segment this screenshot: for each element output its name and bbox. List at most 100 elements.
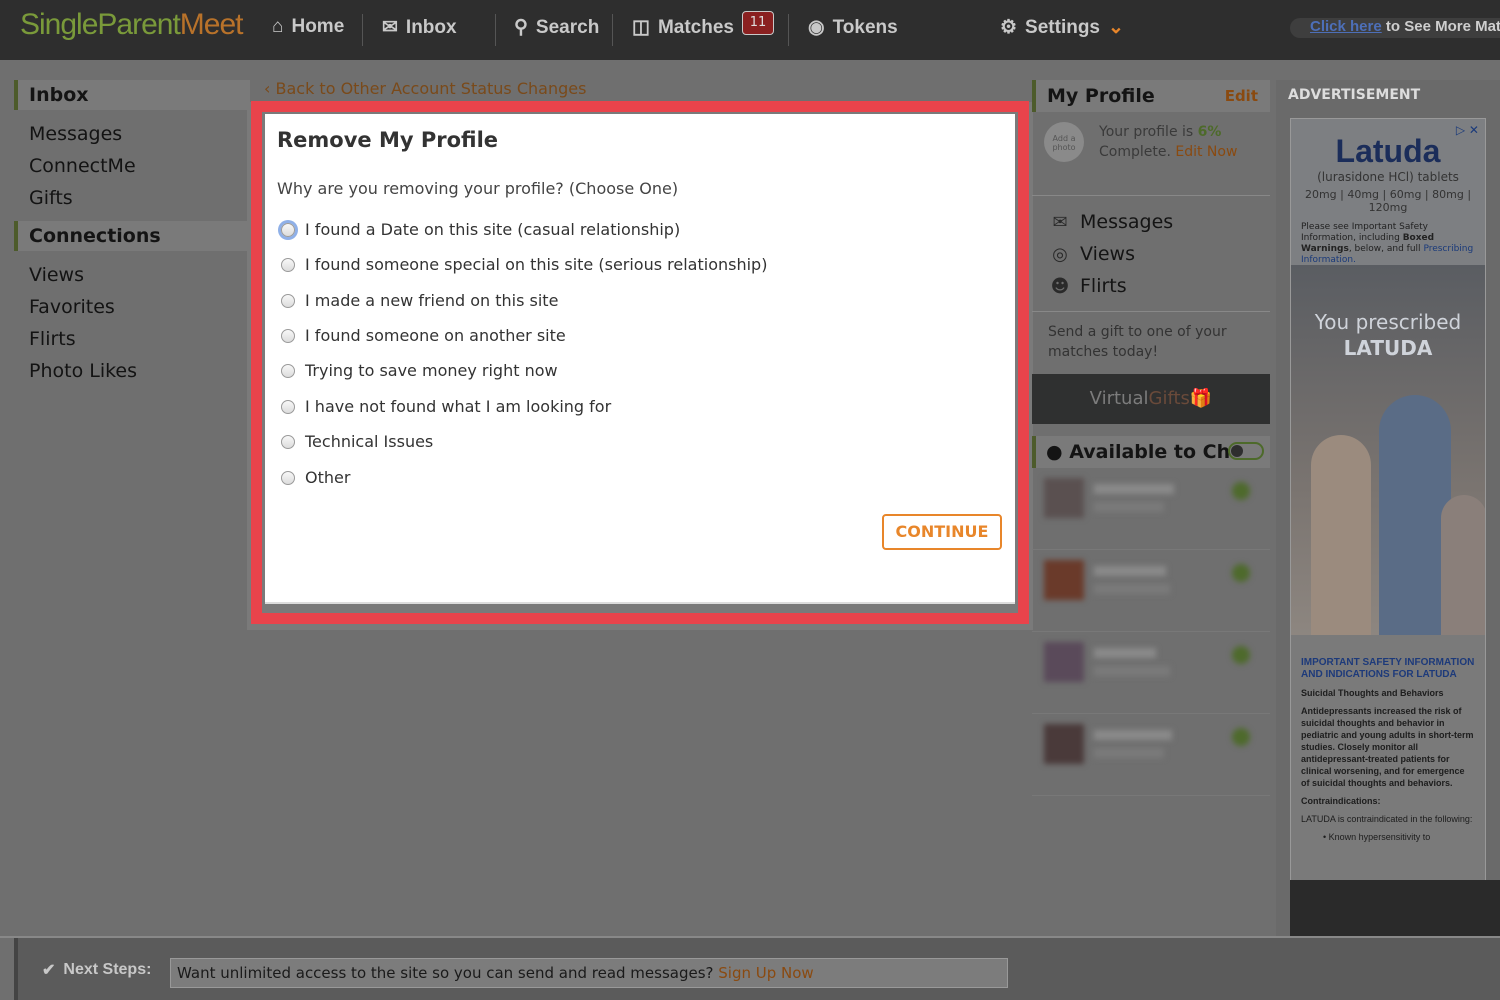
sidebar-item-messages[interactable]: Messages <box>14 118 250 150</box>
my-profile-title: My Profile <box>1047 85 1155 107</box>
latuda-ad[interactable]: ▷ ✕ Latuda (lurasidone HCl) tablets 20mg… <box>1290 118 1486 906</box>
option-label: I found someone on another site <box>305 326 566 345</box>
logo-part2: Meet <box>179 8 244 41</box>
nav-home[interactable]: ⌂ Home <box>272 16 344 38</box>
ad-close-icon[interactable]: ▷ ✕ <box>1456 123 1479 137</box>
nav-matches[interactable]: ◫ Matches <box>632 16 734 39</box>
nav-search-label: Search <box>535 16 600 38</box>
virtual-gifts-banner[interactable]: VirtualGifts🎁 <box>1032 374 1270 424</box>
option-label: I have not found what I am looking for <box>305 397 612 416</box>
blurred-detail <box>1094 666 1170 676</box>
radio-button[interactable] <box>281 399 295 414</box>
ad-fine-print-2: , below, and full <box>1348 244 1421 254</box>
continue-button[interactable]: CONTINUE <box>882 514 1002 550</box>
site-logo[interactable]: SingleParentMeet <box>20 8 243 42</box>
ad-safety-heading: IMPORTANT SAFETY INFORMATION AND INDICAT… <box>1301 657 1475 680</box>
option-serious-relationship[interactable]: I found someone special on this site (se… <box>281 255 767 274</box>
back-link[interactable]: ‹ Back to Other Account Status Changes <box>264 79 586 98</box>
chat-user-item[interactable] <box>1032 550 1270 632</box>
promo-banner[interactable]: Click here to See More Mat <box>1290 18 1500 38</box>
blurred-avatar <box>1044 642 1084 682</box>
edit-now-link[interactable]: Edit Now <box>1175 144 1237 160</box>
ad-tagline-1: You prescribed <box>1314 310 1462 334</box>
blurred-detail <box>1094 748 1164 758</box>
nav-settings[interactable]: ⚙ Settings ⌄ <box>1000 16 1124 39</box>
option-another-site[interactable]: I found someone on another site <box>281 326 566 345</box>
option-casual-date[interactable]: I found a Date on this site (casual rela… <box>281 220 680 239</box>
online-indicator <box>1232 564 1250 582</box>
sidebar-item-connectme[interactable]: ConnectMe <box>14 150 250 182</box>
sidebar-item-gifts[interactable]: Gifts <box>14 182 250 214</box>
sidebar-item-photo-likes[interactable]: Photo Likes <box>14 355 250 387</box>
option-not-found[interactable]: I have not found what I am looking for <box>281 397 611 416</box>
chat-availability-toggle[interactable] <box>1228 442 1264 460</box>
matches-icon: ◫ <box>632 17 650 38</box>
option-label: Other <box>305 468 351 487</box>
sidebar-item-flirts[interactable]: Flirts <box>14 323 250 355</box>
nav-inbox[interactable]: ✉ Inbox <box>382 16 457 39</box>
ad-contra-item: • Known hypersensitivity to <box>1323 832 1431 842</box>
home-icon: ⌂ <box>272 16 284 37</box>
radio-button[interactable] <box>281 328 295 343</box>
next-steps-message: Want unlimited access to the site so you… <box>170 958 1008 988</box>
profile-menu-messages[interactable]: ✉ Messages <box>1048 206 1270 238</box>
logo-part1: SingleParent <box>20 8 181 41</box>
blurred-avatar <box>1044 724 1084 764</box>
sign-up-link[interactable]: Sign Up Now <box>718 964 813 982</box>
sidebar-header-inbox[interactable]: Inbox <box>14 80 250 110</box>
nav-tokens[interactable]: ◉ Tokens <box>808 16 898 39</box>
profile-menu-label: Flirts <box>1080 275 1127 297</box>
smiley-icon: ☻ <box>1050 275 1070 297</box>
blurred-name <box>1094 648 1156 658</box>
question-label: Why are you removing your profile? (Choo… <box>277 179 679 198</box>
ad-safety-info: IMPORTANT SAFETY INFORMATION AND INDICAT… <box>1291 635 1485 843</box>
eye-icon: ◎ <box>1052 243 1068 265</box>
advertisement-column: ADVERTISEMENT ▷ ✕ Latuda (lurasidone HCl… <box>1276 80 1500 940</box>
radio-button[interactable] <box>281 470 295 485</box>
sidebar-item-favorites[interactable]: Favorites <box>14 291 250 323</box>
chat-user-item[interactable] <box>1032 632 1270 714</box>
ad-doses: 20mg | 40mg | 60mg | 80mg | 120mg <box>1304 188 1472 214</box>
remove-profile-panel: Remove My Profile Why are you removing y… <box>265 114 1015 604</box>
nav-search[interactable]: ⚲ Search <box>514 16 599 39</box>
chat-user-item[interactable] <box>1032 714 1270 796</box>
chat-bubble-icon: ● <box>1046 441 1063 463</box>
chat-user-item[interactable] <box>1032 468 1270 550</box>
radio-button[interactable] <box>281 222 295 237</box>
chevron-down-icon: ⌄ <box>1108 17 1124 38</box>
radio-button[interactable] <box>281 293 295 308</box>
online-indicator <box>1232 482 1250 500</box>
online-indicator <box>1232 646 1250 664</box>
envelope-icon: ✉ <box>1052 211 1068 233</box>
sidebar-item-views[interactable]: Views <box>14 259 250 291</box>
ad-safety-body: Antidepressants increased the risk of su… <box>1301 706 1474 788</box>
next-steps-label-text: Next Steps: <box>63 961 152 978</box>
blurred-avatar <box>1044 560 1084 600</box>
radio-button[interactable] <box>281 363 295 378</box>
secondary-ad[interactable] <box>1290 880 1500 940</box>
profile-menu-flirts[interactable]: ☻ Flirts <box>1048 270 1270 302</box>
ad-contra-item-text: Known hypersensitivity to <box>1328 832 1431 842</box>
profile-column: My Profile Edit Add a photo Your profile… <box>1032 80 1270 796</box>
gift-banner-part1: Virtual <box>1089 388 1149 409</box>
left-sidebar: Inbox Messages ConnectMe Gifts Connectio… <box>14 80 250 387</box>
blurred-name <box>1094 730 1172 740</box>
promo-link[interactable]: Click here <box>1310 18 1382 35</box>
edit-profile-link[interactable]: Edit <box>1225 80 1258 112</box>
option-technical-issues[interactable]: Technical Issues <box>281 432 433 451</box>
option-new-friend[interactable]: I made a new friend on this site <box>281 291 558 310</box>
matches-count-badge: 11 <box>742 11 774 35</box>
option-other[interactable]: Other <box>281 468 350 487</box>
avatar[interactable]: Add a photo <box>1044 122 1084 162</box>
option-save-money[interactable]: Trying to save money right now <box>281 361 558 380</box>
sidebar-header-connections[interactable]: Connections <box>14 221 250 251</box>
radio-button[interactable] <box>281 434 295 449</box>
profile-menu-views[interactable]: ◎ Views <box>1048 238 1270 270</box>
search-icon: ⚲ <box>514 17 528 38</box>
ad-photo: You prescribed LATUDA <box>1291 265 1485 635</box>
radio-button[interactable] <box>281 257 295 272</box>
advertisement-label: ADVERTISEMENT <box>1288 87 1421 103</box>
option-label: I found someone special on this site (se… <box>305 255 768 274</box>
ad-brand: Latuda <box>1335 133 1441 169</box>
gift-banner-part2: Gifts <box>1148 388 1190 409</box>
